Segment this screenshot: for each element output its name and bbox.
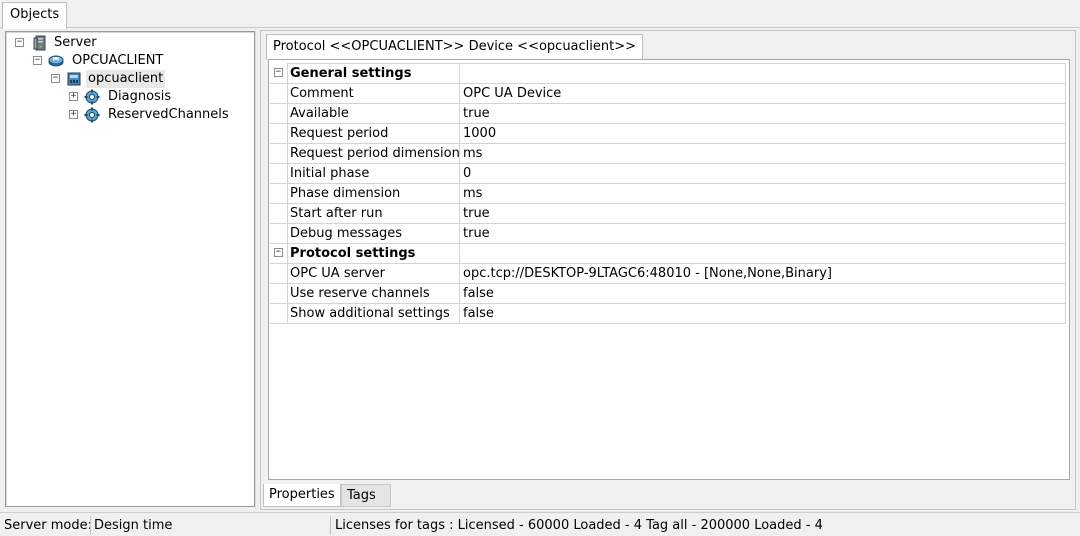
channel-gear-icon: [84, 107, 100, 123]
server-mode-value: Design time: [94, 518, 173, 533]
expand-icon[interactable]: +: [69, 110, 78, 119]
tree-node-diagnosis[interactable]: + Diagnosis: [66, 88, 246, 106]
property-name: OPC UA server: [287, 264, 460, 284]
group-value: [461, 64, 1066, 84]
property-name: Comment: [287, 84, 460, 104]
group-value: [461, 244, 1066, 264]
property-row-phase-dimension[interactable]: Phase dimension ms: [270, 184, 1066, 204]
property-row-comment[interactable]: Comment OPC UA Device: [270, 84, 1066, 104]
property-row-use-reserve-channels[interactable]: Use reserve channels false: [270, 284, 1066, 304]
property-value[interactable]: false: [461, 304, 1066, 324]
collapse-icon[interactable]: −: [274, 68, 283, 77]
property-row-request-period[interactable]: Request period 1000: [270, 124, 1066, 144]
license-info: Licenses for tags : Licensed - 60000 Loa…: [335, 518, 823, 533]
property-value[interactable]: opc.tcp://DESKTOP-9LTAGC6:48010 - [None,…: [461, 264, 1066, 284]
tree-node-label: Server: [54, 35, 97, 50]
property-name: Start after run: [287, 204, 460, 224]
collapse-icon[interactable]: −: [33, 56, 42, 65]
driver-icon: [48, 53, 64, 69]
properties-panel: Protocol <<OPCUACLIENT>> Device <<opcuac…: [260, 30, 1076, 510]
tab-protocol-device[interactable]: Protocol <<OPCUACLIENT>> Device <<opcuac…: [266, 34, 644, 60]
property-row-available[interactable]: Available true: [270, 104, 1066, 124]
tree-node-server[interactable]: − Server: [12, 34, 212, 52]
property-name: Phase dimension: [287, 184, 460, 204]
tab-tags[interactable]: Tags: [341, 484, 391, 507]
bottom-tab-bar: Properties Tags: [261, 484, 1075, 508]
property-value[interactable]: ms: [461, 144, 1066, 164]
collapse-icon[interactable]: −: [274, 248, 283, 257]
group-title: General settings: [287, 64, 460, 84]
property-row-start-after-run[interactable]: Start after run true: [270, 204, 1066, 224]
property-row-initial-phase[interactable]: Initial phase 0: [270, 164, 1066, 184]
property-name: Show additional settings: [287, 304, 460, 324]
property-grid[interactable]: − General settings Comment OPC UA Device…: [270, 63, 1066, 324]
tree-node-label: OPCUACLIENT: [72, 53, 164, 68]
server-mode-label: Server mode:: [4, 518, 93, 533]
collapse-icon[interactable]: −: [15, 38, 24, 47]
tree-node-label: ReservedChannels: [108, 107, 229, 122]
property-name: Use reserve channels: [287, 284, 460, 304]
device-icon: [66, 71, 82, 87]
property-row-opc-ua-server[interactable]: OPC UA server opc.tcp://DESKTOP-9LTAGC6:…: [270, 264, 1066, 284]
panel-splitter[interactable]: [255, 29, 259, 509]
property-value[interactable]: true: [461, 224, 1066, 244]
property-name: Request period dimension: [287, 144, 460, 164]
collapse-icon[interactable]: −: [51, 74, 60, 83]
group-title: Protocol settings: [287, 244, 460, 264]
object-tree[interactable]: − Server − OPCUACLIENT − opcuaclient + D…: [5, 31, 255, 507]
property-value[interactable]: true: [461, 104, 1066, 124]
tree-node-reservedchannels[interactable]: + ReservedChannels: [66, 106, 246, 124]
property-name: Available: [287, 104, 460, 124]
status-bar: Server mode: Design time Licenses for ta…: [0, 512, 1080, 536]
top-tab-bar: Objects: [0, 0, 1080, 29]
property-row-show-additional-settings[interactable]: Show additional settings false: [270, 304, 1066, 324]
property-value[interactable]: true: [461, 204, 1066, 224]
property-value[interactable]: 0: [461, 164, 1066, 184]
status-separator: [90, 516, 91, 535]
property-row-debug-messages[interactable]: Debug messages true: [270, 224, 1066, 244]
property-grid-area: − General settings Comment OPC UA Device…: [268, 59, 1070, 480]
property-value[interactable]: false: [461, 284, 1066, 304]
group-row-general-settings[interactable]: − General settings: [270, 64, 1066, 84]
expand-icon[interactable]: +: [69, 92, 78, 101]
server-icon: [32, 35, 48, 51]
tab-objects[interactable]: Objects: [2, 2, 68, 29]
status-separator: [330, 516, 331, 535]
property-value[interactable]: OPC UA Device: [461, 84, 1066, 104]
tree-node-label: Diagnosis: [108, 89, 172, 104]
tree-node-opcuaclient-driver[interactable]: − OPCUACLIENT: [30, 52, 230, 70]
group-row-protocol-settings[interactable]: − Protocol settings: [270, 244, 1066, 264]
property-name: Initial phase: [287, 164, 460, 184]
tab-properties[interactable]: Properties: [263, 484, 341, 507]
property-name: Request period: [287, 124, 460, 144]
property-value[interactable]: 1000: [461, 124, 1066, 144]
property-value[interactable]: ms: [461, 184, 1066, 204]
tree-node-label: opcuaclient: [86, 70, 166, 88]
channel-gear-icon: [84, 89, 100, 105]
property-name: Debug messages: [287, 224, 460, 244]
tree-node-opcuaclient-device[interactable]: − opcuaclient: [48, 70, 248, 88]
property-row-request-period-dimension[interactable]: Request period dimension ms: [270, 144, 1066, 164]
